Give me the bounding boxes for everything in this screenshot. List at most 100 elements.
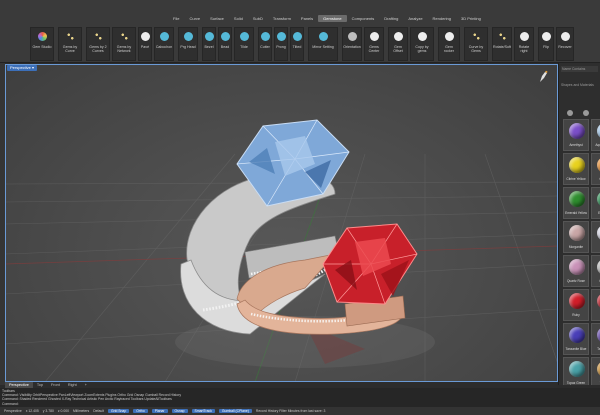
cabochon-button[interactable]: Cabochon <box>154 27 174 61</box>
scene-render <box>5 119 558 382</box>
viewport-title-tab[interactable]: Perspective ▾ <box>7 65 38 71</box>
gems-by-curve-button[interactable]: Gems by Curve <box>58 27 82 61</box>
menu-surface[interactable]: Surface <box>205 15 229 22</box>
status-toggle-planar[interactable]: Planar <box>151 409 168 413</box>
gem-swatch-icon <box>569 259 585 275</box>
gem-studio-button[interactable]: Gem Studio <box>30 27 54 61</box>
gem-swatch-icon <box>569 157 585 173</box>
gem-material-emerald-yellow[interactable]: Emerald Yellow <box>563 187 589 219</box>
rotate-right-icon <box>519 32 529 41</box>
menu-analyze[interactable]: Analyze <box>403 15 427 22</box>
bead-button[interactable]: Bead <box>218 27 232 61</box>
gem-material-quartz-rose[interactable]: Quartz Rose <box>563 255 589 287</box>
copy-by-gems-icon <box>417 32 427 41</box>
gems-by-network-button[interactable]: Gems by Network <box>112 27 136 61</box>
gem-material-label: Topaz Green <box>566 381 586 385</box>
gem-offset-icon <box>393 32 403 41</box>
bezel-button[interactable]: Bezel <box>202 27 216 61</box>
gem-material-label: Emerald <box>592 211 600 215</box>
menu-panels[interactable]: Panels <box>296 15 318 22</box>
gem-material-aquamarine[interactable]: Aquamarine <box>591 119 600 151</box>
gem-material-emerald[interactable]: Emerald <box>591 187 600 219</box>
gem-material-ruby[interactable]: Ruby <box>591 289 600 321</box>
menu-rendering[interactable]: Rendering <box>428 15 456 22</box>
status-toggle-ortho[interactable]: Ortho <box>133 409 148 413</box>
rotate-right-button[interactable]: Rotate right <box>514 27 534 61</box>
prg-head-button[interactable]: Prg Head <box>178 27 198 61</box>
ribbon-button-label: Prong <box>276 45 286 49</box>
settings-icon[interactable] <box>583 110 589 116</box>
menu-transform[interactable]: Transform <box>268 15 296 22</box>
gem-material-tanzanite[interactable]: Tanzanite <box>591 323 600 355</box>
status-toggle-gumball-cplane[interactable]: Gumball (CPlane) <box>218 409 252 413</box>
pav-button[interactable]: Pavé <box>138 27 152 61</box>
gem-material-label: Opal <box>592 245 600 249</box>
menu-gemstone[interactable]: Gemstone <box>318 15 347 22</box>
status-toggle-smarttrack[interactable]: SmartTrack <box>191 409 215 413</box>
recover-button[interactable]: Recover <box>556 27 574 61</box>
prong-button[interactable]: Prong <box>274 27 288 61</box>
ribbon-button-label: Tilde <box>240 45 248 49</box>
gem-material-ruby[interactable]: Ruby <box>563 289 589 321</box>
gem-rocker-button[interactable]: Gem rocker <box>438 27 460 61</box>
status-perspective: Perspective <box>4 409 22 413</box>
shapes-materials-header: Shapes and Materials <box>561 83 594 87</box>
ribbon-button-label: Gems Center <box>368 45 380 54</box>
cutter-icon <box>260 32 270 41</box>
menu-drafting[interactable]: Drafting <box>379 15 403 22</box>
mirror-setting-icon <box>318 32 328 41</box>
gem-swatch-icon <box>569 361 585 377</box>
tilde-button[interactable]: Tilde <box>234 27 254 61</box>
recover-icon <box>560 32 570 41</box>
copy-by-gems-button[interactable]: Copy by gems <box>410 27 434 61</box>
ribbon-button-label: Tilted <box>292 45 302 49</box>
gem-material-opal[interactable]: Opal <box>591 221 600 253</box>
command-prompt[interactable]: Command: <box>2 402 598 406</box>
gem-shape-icon[interactable] <box>567 110 573 116</box>
gems-center-button[interactable]: Gems Center <box>364 27 384 61</box>
perspective-viewport[interactable]: Perspective ▾ <box>5 64 558 382</box>
cabochon-icon <box>159 32 169 41</box>
gem-material-morganite[interactable]: Morganite <box>563 221 589 253</box>
name-filter-field[interactable]: Name Contains <box>561 66 598 72</box>
status-toggle-grid-snap[interactable]: Grid Snap <box>107 409 130 413</box>
tilted-button[interactable]: Tilted <box>290 27 304 61</box>
flip-icon <box>541 32 551 41</box>
menu-curve[interactable]: Curve <box>184 15 205 22</box>
gem-material-label: Topaz <box>592 381 600 385</box>
menu-components[interactable]: Components <box>347 15 380 22</box>
status-toggle-osnap[interactable]: Osnap <box>171 409 188 413</box>
pen-tool-icon[interactable] <box>538 70 548 84</box>
gem-material-citrine[interactable]: Citrine <box>591 153 600 185</box>
gem-material-topaz-green[interactable]: Topaz Green <box>563 357 589 385</box>
rotate-soft-button[interactable]: Rotate/Soft <box>492 27 512 61</box>
tilted-icon <box>292 32 302 41</box>
ribbon-button-label: Curve by Gems <box>468 45 484 54</box>
menu-file[interactable]: File <box>168 15 184 22</box>
gem-offset-button[interactable]: Gem Offset <box>388 27 408 61</box>
ribbon-button-label: Flip <box>543 45 549 49</box>
gems-by-curve-icon <box>65 32 75 41</box>
gem-material-quartz[interactable]: Quartz <box>591 255 600 287</box>
gem-material-citrine-yellow[interactable]: Citrine Yellow <box>563 153 589 185</box>
cutter-button[interactable]: Cutter <box>258 27 272 61</box>
menu-solid[interactable]: Solid <box>229 15 248 22</box>
orientation-button[interactable]: Orientation <box>342 27 362 61</box>
gem-material-topaz[interactable]: Topaz <box>591 357 600 385</box>
gem-swatch-icon <box>569 123 585 139</box>
command-history[interactable]: Toolbars Command: Visibility OrbitPerspec… <box>0 388 600 407</box>
ribbon-toolbar: Gem Studio Gems by Curve Gems by 2 Curves G… <box>0 25 600 63</box>
gem-material-tanzanite-blue[interactable]: Tanzanite Blue <box>563 323 589 355</box>
gem-material-label: Morganite <box>568 245 584 249</box>
flip-button[interactable]: Flip <box>538 27 554 61</box>
curve-by-gems-button[interactable]: Curve by Gems <box>464 27 488 61</box>
gems-by-2-curves-icon <box>93 32 103 41</box>
menu-subd[interactable]: SubD <box>248 15 268 22</box>
bezel-icon <box>204 32 214 41</box>
gems-by-2-curves-button[interactable]: Gems by 2 Curves <box>86 27 110 61</box>
gem-material-amethyst[interactable]: Amethyst <box>563 119 589 151</box>
gem-material-label: Ruby <box>572 313 580 317</box>
menu-3d-printing[interactable]: 3D Printing <box>456 15 486 22</box>
mirror-setting-button[interactable]: Mirror Setting <box>308 27 338 61</box>
status-y-3-780: y 3.780 <box>42 409 54 413</box>
